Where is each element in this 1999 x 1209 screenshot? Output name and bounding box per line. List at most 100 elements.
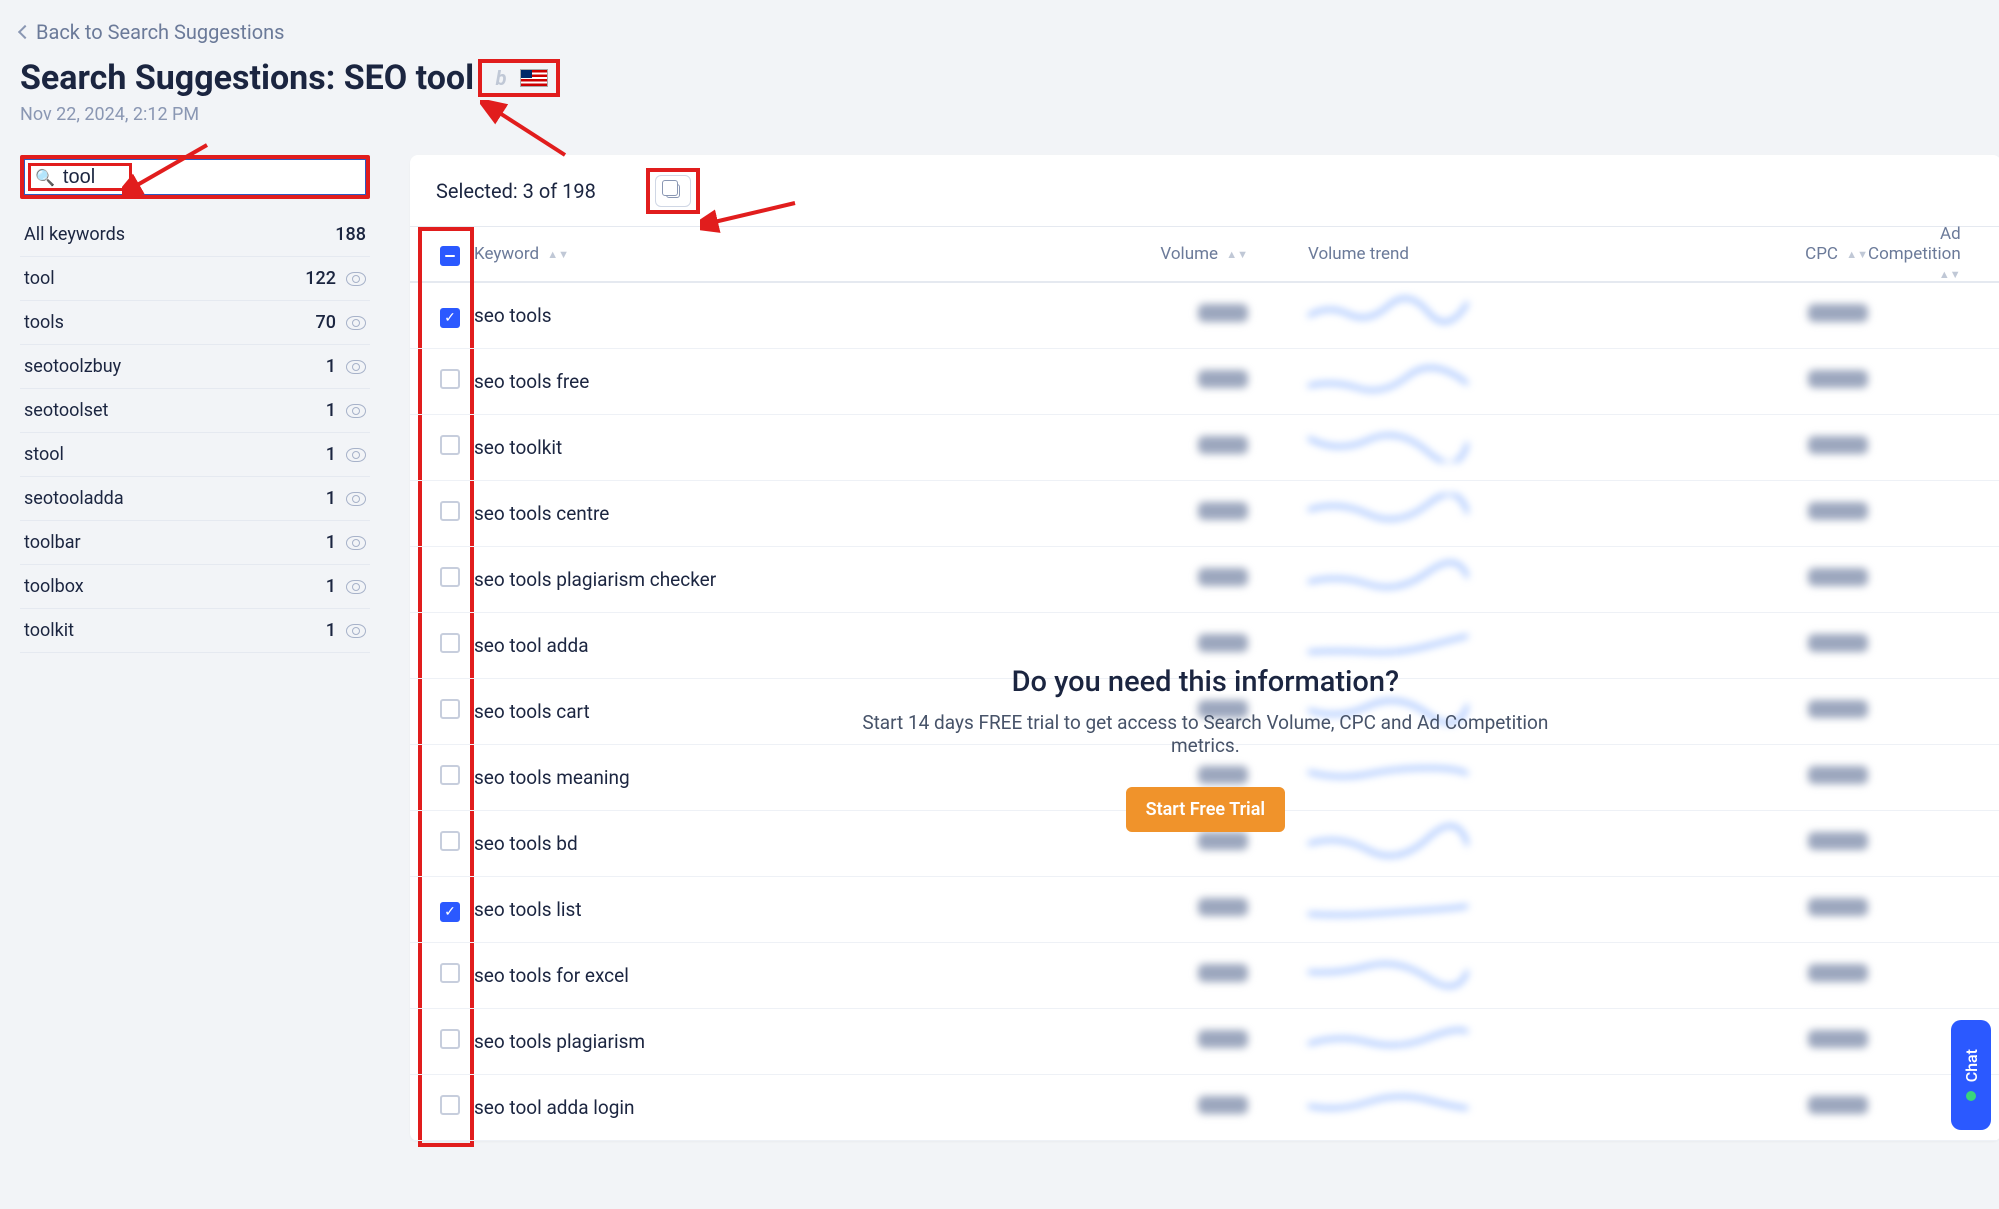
keyword-filter-item[interactable]: toolbar1 (20, 521, 370, 565)
row-keyword: seo toolkit (474, 436, 562, 459)
annotation-box-search: 🔍 (20, 155, 370, 199)
row-keyword: seo tools (474, 304, 552, 327)
eye-icon[interactable] (346, 492, 366, 506)
copy-button[interactable] (655, 175, 691, 207)
keyword-filter-all[interactable]: All keywords 188 (20, 213, 370, 257)
table-row: ✓ seo tools (410, 283, 1999, 349)
column-volume-trend: Volume trend (1308, 244, 1409, 264)
table-row: seo toolkit (410, 415, 1999, 481)
bing-icon: b (490, 67, 512, 89)
keyword-filter-item[interactable]: toolkit1 (20, 609, 370, 653)
table-row: seo tools plagiarism checker (410, 547, 1999, 613)
keyword-filter-label: seotooladda (24, 488, 124, 509)
keyword-filter-item[interactable]: tool 122 (20, 257, 370, 301)
eye-icon[interactable] (346, 272, 366, 286)
row-trend-sparkline (1308, 890, 1468, 924)
row-trend-sparkline (1308, 626, 1468, 660)
trial-subtitle: Start 14 days FREE trial to get access t… (855, 711, 1555, 757)
select-all-checkbox[interactable] (440, 246, 460, 266)
row-checkbox[interactable] (440, 1095, 460, 1115)
row-cpc-blurred (1808, 1096, 1868, 1114)
row-keyword: seo tool adda login (474, 1096, 635, 1119)
search-field-container[interactable]: 🔍 (24, 159, 366, 195)
keyword-filter-count: 1 (326, 444, 336, 465)
table-row: seo tools for excel (410, 943, 1999, 1009)
column-cpc[interactable]: CPC (1805, 244, 1838, 264)
row-volume-blurred (1198, 832, 1248, 850)
row-volume-blurred (1198, 370, 1248, 388)
start-free-trial-button[interactable]: Start Free Trial (1126, 787, 1285, 832)
row-trend-sparkline (1308, 296, 1468, 330)
keyword-filter-label: seotoolzbuy (24, 356, 121, 377)
eye-icon[interactable] (346, 580, 366, 594)
row-cpc-blurred (1808, 634, 1868, 652)
keyword-filter-count: 70 (316, 312, 336, 333)
keyword-filter-list: All keywords 188 tool122tools70seotoolzb… (20, 213, 370, 653)
eye-icon[interactable] (346, 536, 366, 550)
row-checkbox[interactable] (440, 369, 460, 389)
keyword-filter-count: 1 (326, 488, 336, 509)
row-checkbox[interactable] (440, 501, 460, 521)
table-row: seo tool adda login (410, 1075, 1999, 1141)
row-cpc-blurred (1808, 1030, 1868, 1048)
keyword-filter-item[interactable]: seotoolzbuy1 (20, 345, 370, 389)
row-volume-blurred (1198, 964, 1248, 982)
search-input[interactable] (63, 166, 355, 189)
keyword-filter-count: 1 (326, 620, 336, 641)
keyword-filter-item[interactable]: seotooladda 1 (20, 477, 370, 521)
row-checkbox[interactable]: ✓ (440, 308, 460, 328)
row-keyword: seo tools list (474, 898, 582, 921)
page-title-prefix: Search Suggestions: (20, 58, 344, 98)
row-checkbox[interactable]: ✓ (440, 902, 460, 922)
table-header: Keyword ▲▼ Volume ▲▼ Volume trend CPC (410, 227, 1999, 283)
row-volume-blurred (1198, 1030, 1248, 1048)
row-volume-blurred (1198, 304, 1248, 322)
row-trend-sparkline (1308, 362, 1468, 396)
keyword-filter-count: 122 (305, 268, 336, 289)
row-keyword: seo tools plagiarism checker (474, 568, 716, 591)
keyword-filter-count: 1 (326, 532, 336, 553)
eye-icon[interactable] (346, 624, 366, 638)
row-cpc-blurred (1808, 304, 1868, 322)
annotation-box-engine-flag: b (478, 59, 560, 97)
row-keyword: seo tools centre (474, 502, 609, 525)
row-checkbox[interactable] (440, 963, 460, 983)
column-volume[interactable]: Volume (1160, 244, 1218, 264)
sort-icon: ▲▼ (547, 252, 569, 258)
keyword-filter-item[interactable]: seotoolset1 (20, 389, 370, 433)
eye-icon[interactable] (346, 448, 366, 462)
row-checkbox[interactable] (440, 1029, 460, 1049)
keyword-filter-label: tool (24, 268, 55, 289)
column-ad-competition[interactable]: Ad Competition (1868, 224, 1961, 264)
row-trend-sparkline (1308, 560, 1468, 594)
row-cpc-blurred (1808, 964, 1868, 982)
back-link[interactable]: Back to Search Suggestions (20, 20, 285, 44)
sort-icon: ▲▼ (1939, 272, 1961, 278)
keyword-filter-label: toolbox (24, 576, 84, 597)
row-volume-blurred (1198, 634, 1248, 652)
row-checkbox[interactable] (440, 567, 460, 587)
keyword-filter-item[interactable]: tools70 (20, 301, 370, 345)
eye-icon[interactable] (346, 360, 366, 374)
table-row: seo tools free (410, 349, 1999, 415)
keyword-filter-label: All keywords (24, 224, 125, 245)
trial-overlay: Do you need this information? Start 14 d… (410, 665, 1999, 832)
keyword-filter-item[interactable]: stool1 (20, 433, 370, 477)
keyword-filter-item[interactable]: toolbox1 (20, 565, 370, 609)
eye-icon[interactable] (346, 316, 366, 330)
row-checkbox[interactable] (440, 633, 460, 653)
chevron-left-icon (18, 25, 32, 39)
table-row: ✓ seo tools list (410, 877, 1999, 943)
chat-widget[interactable]: Chat (1951, 1020, 1991, 1130)
row-trend-sparkline (1308, 956, 1468, 990)
row-checkbox[interactable] (440, 435, 460, 455)
row-keyword: seo tools for excel (474, 964, 629, 987)
column-keyword[interactable]: Keyword (474, 244, 539, 264)
row-volume-blurred (1198, 568, 1248, 586)
row-keyword: seo tools bd (474, 832, 578, 855)
trial-title: Do you need this information? (410, 665, 1999, 699)
row-volume-blurred (1198, 436, 1248, 454)
eye-icon[interactable] (346, 404, 366, 418)
row-checkbox[interactable] (440, 831, 460, 851)
sort-icon: ▲▼ (1226, 252, 1248, 258)
